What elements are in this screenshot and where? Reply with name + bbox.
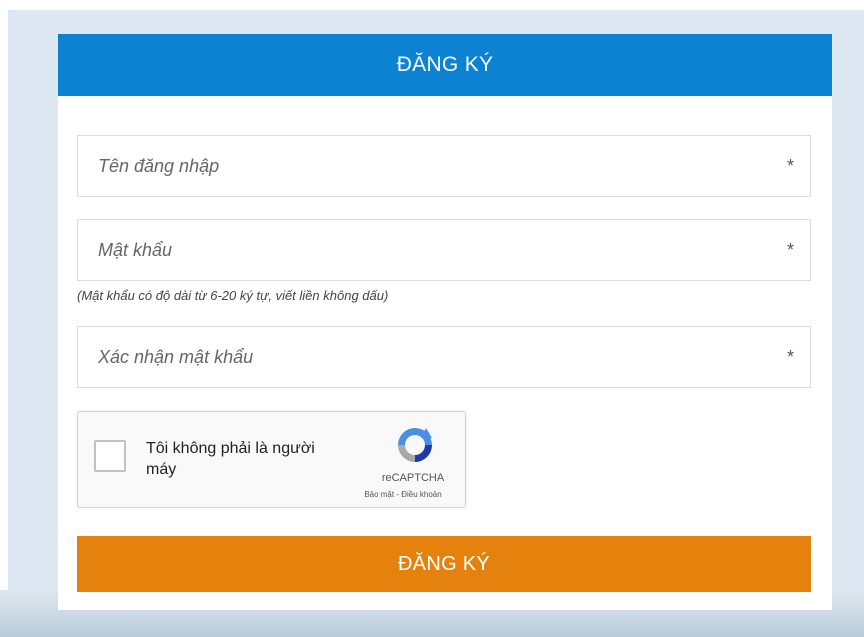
confirm-password-field[interactable]: *: [77, 326, 811, 388]
register-submit-button[interactable]: ĐĂNG KÝ: [77, 536, 811, 592]
required-mark: *: [786, 347, 794, 367]
register-card: ĐĂNG KÝ * * (Mật khẩu có độ dài từ 6-20 …: [58, 34, 832, 610]
recaptcha-widget: Tôi không phải là người máy reCAPTCHA Bả…: [77, 411, 466, 508]
recaptcha-brand: reCAPTCHA: [381, 472, 445, 484]
password-hint: (Mật khẩu có độ dài từ 6-20 ký tự, viết …: [77, 288, 389, 303]
recaptcha-checkbox[interactable]: [94, 440, 126, 472]
recaptcha-label: Tôi không phải là người máy: [146, 440, 315, 478]
required-mark: *: [786, 156, 794, 176]
password-input[interactable]: [98, 220, 738, 280]
page-left-strip: [0, 10, 8, 637]
username-field[interactable]: *: [77, 135, 811, 197]
recaptcha-logo-icon: [398, 428, 432, 462]
password-field[interactable]: *: [77, 219, 811, 281]
required-mark: *: [786, 240, 794, 260]
register-title: ĐĂNG KÝ: [58, 34, 832, 96]
username-input[interactable]: [98, 136, 738, 196]
page-top-strip: [0, 0, 864, 10]
recaptcha-links[interactable]: Bảo mật - Điều khoản: [348, 490, 458, 499]
confirm-password-input[interactable]: [98, 327, 738, 387]
